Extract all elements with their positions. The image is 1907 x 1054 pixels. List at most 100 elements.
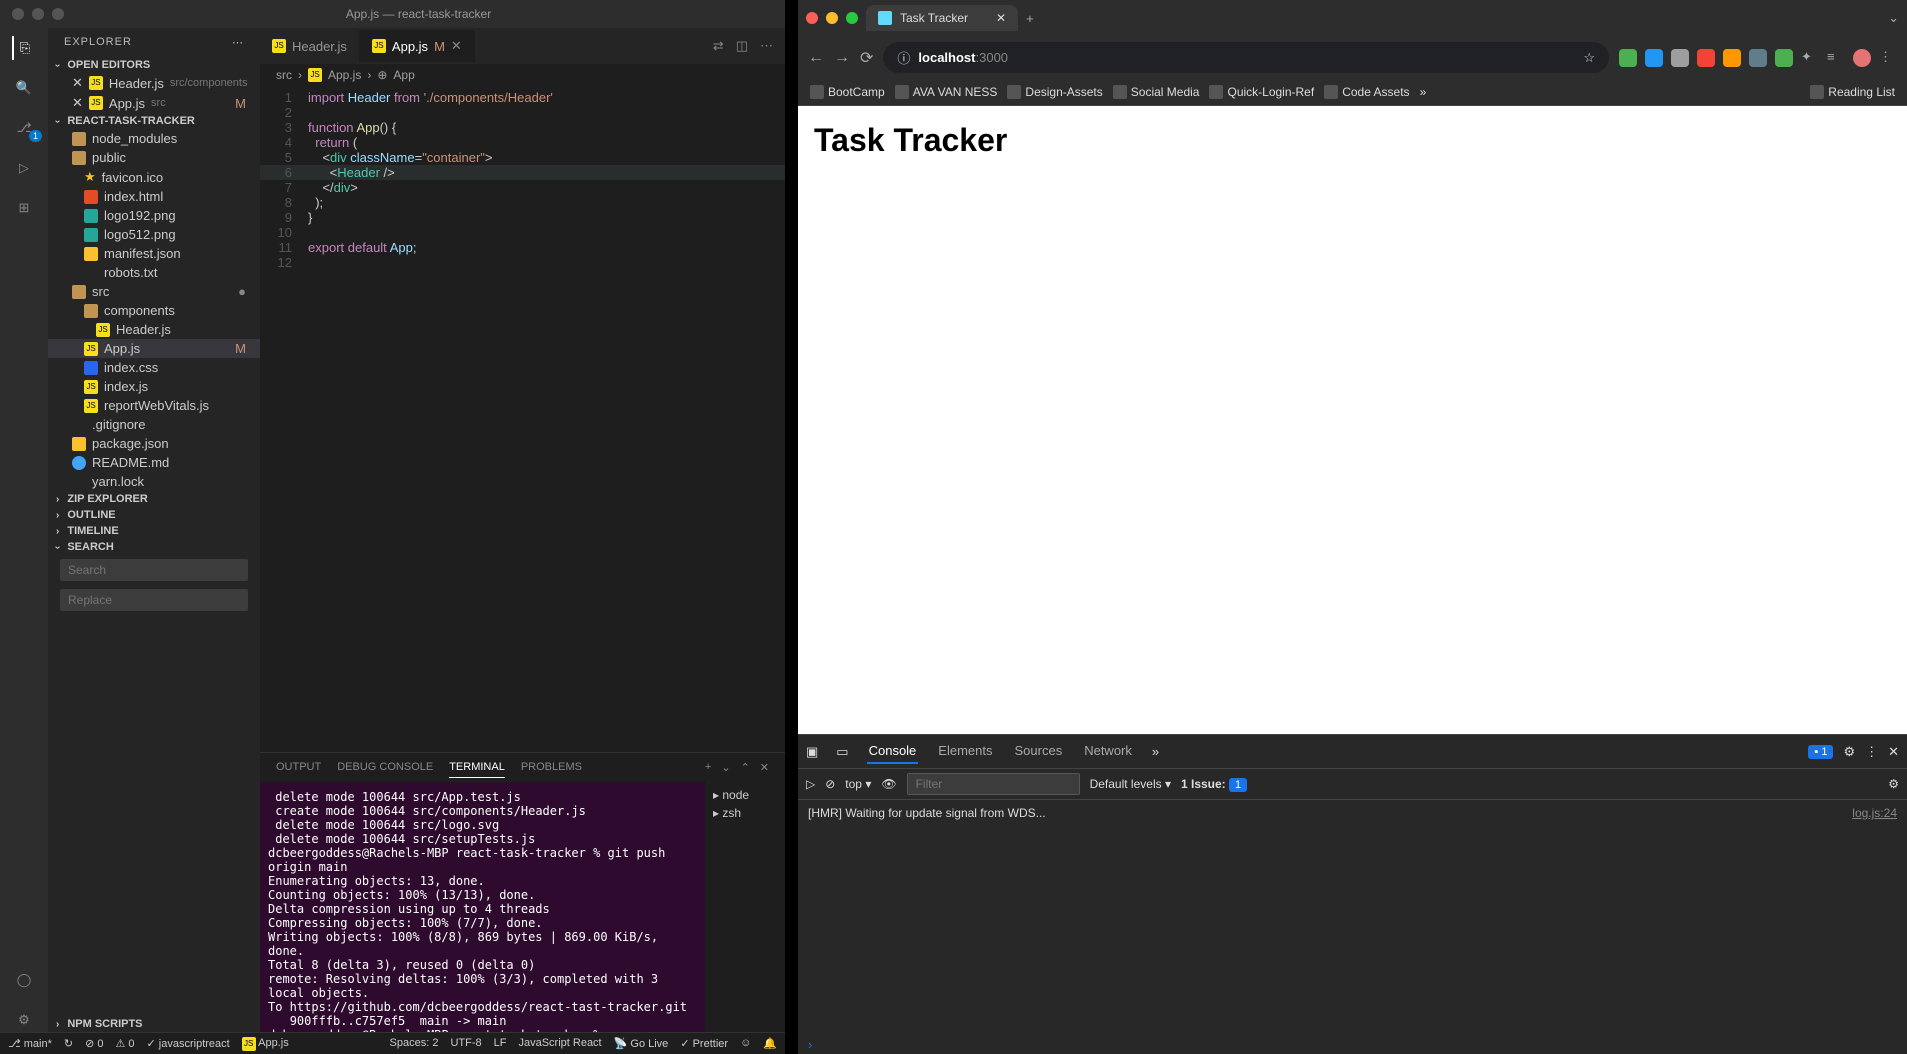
devtools-tab[interactable]: Console [867, 739, 919, 764]
file-tree-item[interactable]: index.css [48, 358, 260, 377]
devtools-tab[interactable]: Elements [936, 739, 994, 764]
close-icon[interactable] [12, 8, 24, 20]
maximize-icon[interactable] [52, 8, 64, 20]
errors-count[interactable]: ⊘ 0 [85, 1037, 103, 1050]
bookmark-item[interactable]: Code Assets [1324, 85, 1409, 99]
devtools-tab[interactable]: Network [1082, 739, 1134, 764]
inspect-icon[interactable]: ▣ [806, 744, 818, 760]
execute-icon[interactable]: ▷ [806, 777, 815, 791]
file-tree-item[interactable]: JSHeader.js [48, 320, 260, 339]
breadcrumb[interactable]: src › JSApp.js › ⊕App [260, 64, 785, 86]
console-prompt[interactable]: › [798, 1035, 1907, 1054]
search-icon[interactable]: 🔍 [12, 76, 36, 100]
eye-icon[interactable]: 👁 [881, 777, 896, 791]
bell-icon[interactable]: 🔔 [763, 1037, 777, 1050]
lint-status[interactable]: ✓ javascriptreact [147, 1037, 230, 1050]
search-section[interactable]: SEARCH [48, 539, 260, 555]
file-tree-item[interactable]: JSreportWebVitals.js [48, 396, 260, 415]
branch-indicator[interactable]: ⎇ main* [8, 1037, 52, 1050]
debug-icon[interactable]: ▷ [12, 156, 36, 180]
go-live-button[interactable]: 📡 Go Live [614, 1037, 669, 1050]
panel-tab[interactable]: OUTPUT [276, 757, 321, 778]
back-icon[interactable]: ← [808, 49, 824, 67]
settings-gear-icon[interactable]: ⚙ [12, 1008, 36, 1032]
close-icon[interactable] [806, 12, 818, 24]
file-tree-item[interactable]: yarn.lock [48, 472, 260, 491]
more-tabs-icon[interactable]: » [1152, 744, 1159, 759]
extensions-icon[interactable]: ✦ [1801, 49, 1819, 67]
reload-icon[interactable]: ⟳ [860, 48, 873, 68]
file-tree-item[interactable]: src● [48, 282, 260, 301]
outline-section[interactable]: OUTLINE [48, 507, 260, 523]
search-input[interactable] [60, 559, 248, 581]
close-icon[interactable]: ✕ [1888, 744, 1899, 760]
bookmark-item[interactable]: BootCamp [810, 85, 885, 99]
open-editors-section[interactable]: OPEN EDITORS [48, 57, 260, 73]
filter-input[interactable] [907, 773, 1080, 795]
terminal-output[interactable]: delete mode 100644 src/App.test.js creat… [260, 782, 705, 1032]
ext-icon[interactable] [1723, 49, 1741, 67]
file-tree-item[interactable]: logo192.png [48, 206, 260, 225]
more-icon[interactable]: ⋮ [1865, 744, 1878, 760]
file-tree-item[interactable]: logo512.png [48, 225, 260, 244]
feedback-icon[interactable]: ☺ [740, 1037, 751, 1050]
panel-tab[interactable]: TERMINAL [449, 757, 505, 778]
bookmark-item[interactable]: AVA VAN NESS [895, 85, 998, 99]
add-terminal-icon[interactable]: + [705, 761, 711, 774]
file-tree-item[interactable]: manifest.json [48, 244, 260, 263]
new-tab-icon[interactable]: + [1026, 11, 1034, 26]
more-bookmarks-icon[interactable]: » [1420, 85, 1427, 99]
terminal-node[interactable]: ▸ node [709, 786, 781, 804]
close-icon[interactable]: ✕ [72, 75, 83, 91]
chevron-down-icon[interactable]: ⌄ [721, 761, 730, 774]
encoding-indicator[interactable]: UTF-8 [450, 1037, 481, 1050]
sync-icon[interactable]: ↻ [64, 1037, 73, 1050]
settings-gear-icon[interactable]: ⚙ [1843, 744, 1855, 760]
ext-icon[interactable] [1671, 49, 1689, 67]
source-control-icon[interactable]: ⎇ [12, 116, 36, 140]
npm-scripts-section[interactable]: NPM SCRIPTS [48, 1016, 260, 1032]
device-icon[interactable]: ▭ [836, 744, 848, 760]
chrome-menu-icon[interactable]: ⋮ [1879, 49, 1897, 67]
info-icon[interactable]: ⓘ [897, 48, 910, 67]
star-icon[interactable]: ☆ [1583, 50, 1595, 66]
terminal-zsh[interactable]: ▸ zsh [709, 804, 781, 822]
editor-tab[interactable]: JSHeader.js [260, 30, 360, 62]
minimize-icon[interactable] [826, 12, 838, 24]
zip-explorer-section[interactable]: ZIP EXPLORER [48, 491, 260, 507]
ext-icon[interactable] [1775, 49, 1793, 67]
settings-gear-icon[interactable]: ⚙ [1888, 777, 1899, 791]
bookmark-item[interactable]: Design-Assets [1007, 85, 1102, 99]
file-tree-item[interactable]: ★favicon.ico [48, 167, 260, 187]
extensions-icon[interactable]: ⊞ [12, 196, 36, 220]
console-output[interactable]: [HMR] Waiting for update signal from WDS… [798, 800, 1907, 1035]
panel-tab[interactable]: PROBLEMS [521, 757, 582, 778]
file-tree-item[interactable]: public [48, 148, 260, 167]
file-tree-item[interactable]: JSindex.js [48, 377, 260, 396]
prettier-button[interactable]: ✓ Prettier [680, 1037, 728, 1050]
timeline-section[interactable]: TIMELINE [48, 523, 260, 539]
bookmark-item[interactable]: Quick-Login-Ref [1209, 85, 1314, 99]
bookmark-item[interactable]: Reading List [1810, 85, 1895, 99]
clear-icon[interactable]: ⊘ [825, 777, 835, 791]
ext-icon[interactable] [1619, 49, 1637, 67]
file-tree-item[interactable]: README.md [48, 453, 260, 472]
maximize-icon[interactable] [846, 12, 858, 24]
open-editor-item[interactable]: ✕JSHeader.js src/components [48, 73, 260, 93]
eol-indicator[interactable]: LF [494, 1037, 507, 1050]
file-tree-item[interactable]: node_modules [48, 129, 260, 148]
project-section[interactable]: REACT-TASK-TRACKER [48, 113, 260, 129]
forward-icon[interactable]: → [834, 49, 850, 67]
spaces-indicator[interactable]: Spaces: 2 [390, 1037, 439, 1050]
issues-count[interactable]: 1 Issue: 1 [1181, 777, 1247, 791]
bookmark-item[interactable]: Social Media [1113, 85, 1200, 99]
language-indicator[interactable]: JavaScript React [518, 1037, 601, 1050]
ext-icon[interactable] [1645, 49, 1663, 67]
panel-tab[interactable]: DEBUG CONSOLE [337, 757, 433, 778]
account-icon[interactable]: ◯ [12, 968, 36, 992]
context-selector[interactable]: top ▾ [845, 777, 871, 791]
warnings-count[interactable]: ⚠ 0 [115, 1037, 134, 1050]
minimize-icon[interactable] [32, 8, 44, 20]
ext-icon[interactable] [1697, 49, 1715, 67]
file-tree-item[interactable]: .gitignore [48, 415, 260, 434]
